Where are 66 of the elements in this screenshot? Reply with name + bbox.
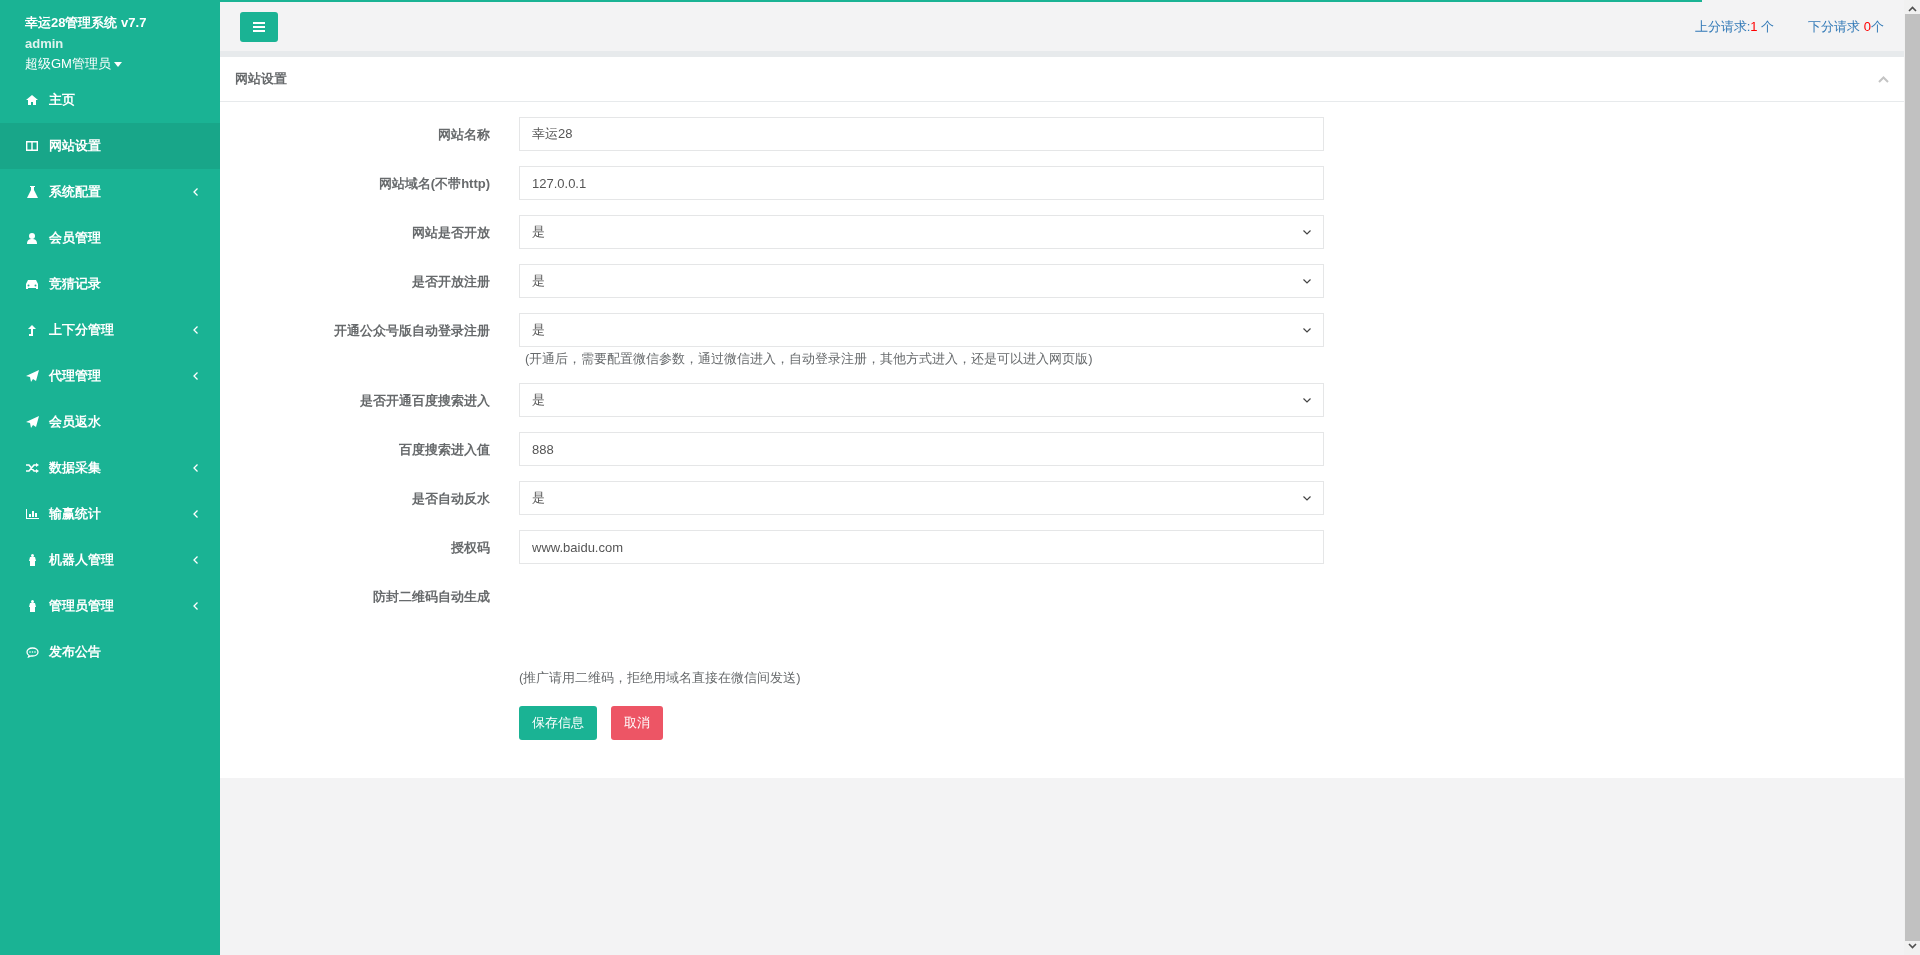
arrow-up-icon xyxy=(28,324,36,336)
select-field[interactable]: 是 xyxy=(519,264,1324,298)
select-field[interactable]: 是 xyxy=(519,215,1324,249)
shuffle-icon xyxy=(25,463,39,473)
panel-title: 网站设置 xyxy=(235,70,287,88)
cancel-button[interactable]: 取消 xyxy=(611,706,663,740)
chevron-down-icon xyxy=(1303,495,1311,501)
app-title: 幸运28管理系统 v7.7 xyxy=(25,14,148,32)
car-icon xyxy=(25,278,39,290)
menu-button[interactable] xyxy=(240,11,278,42)
hint-text: (开通后，需要配置微信参数，通过微信进入，自动登录注册，其他方式进入，还是可以进入网页版) xyxy=(524,350,1094,368)
field-label: 网站域名(不带http) xyxy=(377,175,490,193)
sidebar-item[interactable]: 主页 xyxy=(0,77,220,123)
sidebar-item[interactable]: 网站设置 xyxy=(0,123,220,169)
field-label: 开通公众号版自动登录注册 xyxy=(333,322,490,340)
field-label: 网站名称 xyxy=(437,126,490,144)
field-label: 防封二维码自动生成 xyxy=(372,588,490,606)
sidebar-item[interactable]: 数据采集 xyxy=(0,445,220,491)
select-field[interactable]: 是 xyxy=(519,383,1324,417)
person-icon xyxy=(28,554,36,566)
field-label: 网站是否开放 xyxy=(411,224,490,242)
sidebar-item[interactable]: 竞猜记录 xyxy=(0,261,220,307)
sidebar-item[interactable]: 系统配置 xyxy=(0,169,220,215)
text-input[interactable]: 127.0.0.1 xyxy=(519,166,1324,200)
chevron-down-icon xyxy=(1303,229,1311,235)
select-field[interactable]: 是 xyxy=(519,481,1324,515)
text-input[interactable]: 幸运28 xyxy=(519,117,1324,151)
field-label: 是否开通百度搜索进入 xyxy=(359,392,490,410)
withdraw-request-link[interactable]: 下分请求 0个 xyxy=(1808,17,1884,36)
text-input[interactable]: 888 xyxy=(519,432,1324,466)
sidebar-item[interactable]: 会员返水 xyxy=(0,399,220,445)
user-name: admin xyxy=(25,36,65,51)
recharge-request-link[interactable]: 上分请求:1 个 xyxy=(1694,17,1775,36)
chevron-down-icon xyxy=(1303,397,1311,403)
home-icon xyxy=(26,95,38,105)
field-label: 是否自动反水 xyxy=(411,490,490,508)
chevron-down-icon xyxy=(1303,327,1311,333)
paper-plane-icon xyxy=(25,370,39,382)
scroll-up-icon[interactable] xyxy=(1907,6,1917,12)
hint-text: (推广请用二维码，拒绝用域名直接在微信间发送) xyxy=(519,669,802,687)
save-button[interactable]: 保存信息 xyxy=(519,706,597,740)
role-dropdown[interactable]: 超级GM管理员 xyxy=(25,55,122,73)
caret-icon xyxy=(113,61,122,67)
field-label: 授权码 xyxy=(450,539,490,557)
bar-chart-icon xyxy=(25,509,39,519)
chevron-down-icon xyxy=(1303,278,1311,284)
speech-bubble-icon xyxy=(25,646,39,658)
field-label: 是否开放注册 xyxy=(411,273,490,291)
columns-icon xyxy=(26,141,38,151)
collapse-icon[interactable] xyxy=(1878,75,1889,83)
scroll-down-icon[interactable] xyxy=(1907,943,1917,949)
sidebar-item[interactable]: 机器人管理 xyxy=(0,537,220,583)
paper-plane-icon xyxy=(25,416,39,428)
field-label: 百度搜索进入值 xyxy=(398,441,490,459)
user-icon xyxy=(27,232,37,244)
sidebar-item[interactable]: 代理管理 xyxy=(0,353,220,399)
select-field[interactable]: 是 xyxy=(519,313,1324,347)
sidebar-item[interactable]: 发布公告 xyxy=(0,629,220,675)
sidebar-item[interactable]: 会员管理 xyxy=(0,215,220,261)
flask-icon xyxy=(26,186,38,198)
sidebar-item[interactable]: 输赢统计 xyxy=(0,491,220,537)
sidebar-item[interactable]: 管理员管理 xyxy=(0,583,220,629)
text-input[interactable]: www.baidu.com xyxy=(519,530,1324,564)
sidebar-item[interactable]: 上下分管理 xyxy=(0,307,220,353)
menu-icon xyxy=(253,21,265,32)
person-icon xyxy=(28,600,36,612)
